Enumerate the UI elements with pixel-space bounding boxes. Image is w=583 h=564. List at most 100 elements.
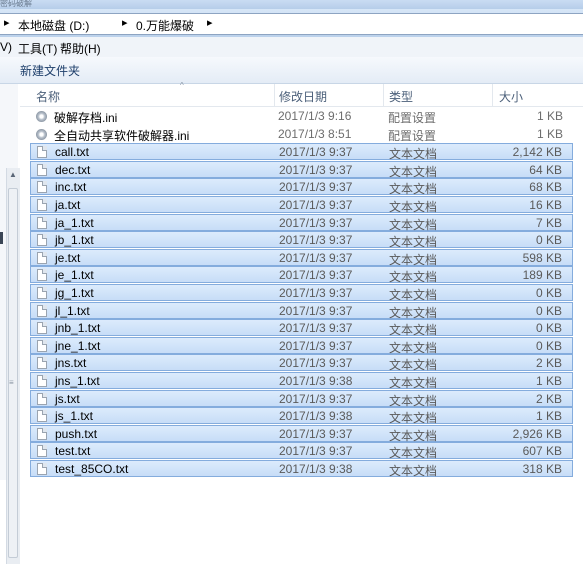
file-size: 0 KB — [535, 321, 562, 336]
file-row[interactable]: js_1.txt 2017/1/3 9:38 文本文档 1 KB — [30, 407, 573, 425]
column-header-size[interactable]: 大小 — [499, 88, 523, 105]
file-type: 文本文档 — [389, 393, 438, 408]
file-type: 文本文档 — [389, 200, 438, 214]
scrollbar-grip-icon: ≡ — [9, 378, 14, 387]
file-type: 文本文档 — [389, 323, 438, 338]
column-header-type[interactable]: 类型 — [389, 88, 413, 105]
sort-caret-icon: ^ — [180, 81, 184, 90]
file-name: test_85CO.txt — [55, 462, 129, 476]
menu-item-view[interactable]: V) — [0, 40, 12, 54]
file-size: 1 KB — [536, 126, 563, 141]
file-type: 文本文档 — [389, 464, 438, 478]
scroll-up-arrow-icon[interactable]: ▲ — [9, 170, 17, 179]
text-file-icon — [37, 234, 47, 247]
file-type: 文本文档 — [389, 182, 438, 197]
menu-bar: V) 工具(T) 帮助(H) — [0, 37, 583, 58]
breadcrumb-chevron-icon[interactable]: ▸ — [4, 16, 10, 29]
file-type: 文本文档 — [389, 288, 438, 302]
file-size: 16 KB — [529, 198, 562, 212]
column-divider[interactable] — [274, 84, 275, 106]
file-size: 0 KB — [535, 303, 562, 318]
file-name: jns.txt — [55, 356, 87, 371]
file-row[interactable]: 全自动共享软件破解器.ini 2017/1/3 8:51 配置设置 1 KB — [30, 126, 573, 143]
file-row[interactable]: jnb_1.txt 2017/1/3 9:37 文本文档 0 KB — [30, 319, 573, 338]
file-modified-date: 2017/1/3 9:37 — [279, 321, 353, 336]
file-type: 文本文档 — [389, 164, 438, 179]
file-modified-date: 2017/1/3 9:16 — [278, 109, 352, 123]
text-file-icon — [37, 304, 47, 317]
file-row[interactable]: jns_1.txt 2017/1/3 9:38 文本文档 1 KB — [30, 372, 573, 390]
file-row[interactable]: 破解存档.ini 2017/1/3 9:16 配置设置 1 KB — [30, 108, 573, 125]
nav-pane-scrollbar[interactable]: ▲ ≡ — [6, 168, 20, 564]
column-divider[interactable] — [492, 84, 493, 106]
file-size: 1 KB — [536, 109, 563, 123]
file-type: 文本文档 — [389, 340, 438, 355]
column-header-name[interactable]: 名称 — [36, 88, 60, 105]
breadcrumb[interactable]: ▸ 本地磁盘 (D:) ▸ 0.万能爆破 ▸ — [0, 13, 583, 35]
file-type: 配置设置 — [388, 128, 437, 143]
file-row[interactable]: test_85CO.txt 2017/1/3 9:38 文本文档 318 KB — [30, 460, 573, 478]
scrollbar-thumb[interactable] — [8, 188, 18, 558]
file-size: 68 KB — [529, 180, 562, 195]
file-row[interactable]: jl_1.txt 2017/1/3 9:37 文本文档 0 KB — [30, 301, 573, 320]
file-row[interactable]: js.txt 2017/1/3 9:37 文本文档 2 KB — [30, 389, 573, 408]
text-file-icon — [37, 339, 47, 352]
command-toolbar: 新建文件夹 — [0, 57, 583, 84]
file-modified-date: 2017/1/3 9:38 — [279, 462, 353, 476]
file-row[interactable]: test.txt 2017/1/3 9:37 文本文档 607 KB — [30, 442, 573, 460]
text-file-icon — [37, 146, 47, 159]
menu-item-tools[interactable]: 工具(T) — [18, 40, 57, 57]
file-modified-date: 2017/1/3 9:37 — [279, 162, 353, 177]
file-row[interactable]: jb_1.txt 2017/1/3 9:37 文本文档 0 KB — [30, 231, 573, 249]
file-row[interactable]: inc.txt 2017/1/3 9:37 文本文档 68 KB — [30, 178, 573, 197]
text-file-icon — [37, 287, 47, 299]
file-row[interactable]: je_1.txt 2017/1/3 9:37 文本文档 189 KB — [30, 266, 573, 284]
file-size: 7 KB — [535, 215, 562, 230]
file-size: 318 KB — [522, 462, 562, 476]
file-type: 文本文档 — [389, 217, 438, 232]
file-name: je_1.txt — [55, 268, 94, 283]
file-size: 2 KB — [535, 391, 562, 406]
file-name: je.txt — [55, 250, 81, 265]
file-size: 598 KB — [522, 250, 562, 265]
file-name: 破解存档.ini — [54, 111, 118, 125]
file-type: 配置设置 — [388, 111, 437, 125]
file-size: 2,142 KB — [512, 145, 562, 160]
new-folder-button[interactable]: 新建文件夹 — [20, 62, 80, 79]
file-row[interactable]: ja_1.txt 2017/1/3 9:37 文本文档 7 KB — [30, 213, 573, 232]
file-name: jns_1.txt — [55, 374, 100, 388]
file-name: jl_1.txt — [55, 303, 90, 318]
file-row[interactable]: je.txt 2017/1/3 9:37 文本文档 598 KB — [30, 248, 573, 267]
file-type: 文本文档 — [389, 376, 438, 390]
text-file-icon — [37, 357, 47, 370]
file-size: 1 KB — [535, 409, 562, 424]
breadcrumb-item-folder[interactable]: 0.万能爆破 — [136, 17, 194, 34]
file-type: 文本文档 — [389, 305, 438, 320]
file-row[interactable]: jg_1.txt 2017/1/3 9:37 文本文档 0 KB — [30, 284, 573, 302]
file-row[interactable]: dec.txt 2017/1/3 9:37 文本文档 64 KB — [30, 160, 573, 179]
column-divider[interactable] — [383, 84, 384, 106]
column-header-date[interactable]: 修改日期 — [279, 88, 327, 105]
breadcrumb-chevron-icon[interactable]: ▸ — [207, 16, 213, 29]
file-modified-date: 2017/1/3 9:37 — [279, 198, 353, 212]
file-row[interactable]: push.txt 2017/1/3 9:37 文本文档 2,926 KB — [30, 424, 573, 443]
file-modified-date: 2017/1/3 9:37 — [279, 250, 353, 265]
file-row[interactable]: jns.txt 2017/1/3 9:37 文本文档 2 KB — [30, 354, 573, 372]
file-modified-date: 2017/1/3 9:38 — [279, 374, 353, 388]
file-name: jnb_1.txt — [55, 321, 101, 336]
file-type: 文本文档 — [389, 252, 438, 267]
nav-pane-edge-marker — [0, 232, 3, 244]
file-row[interactable]: ja.txt 2017/1/3 9:37 文本文档 16 KB — [30, 196, 573, 214]
breadcrumb-item-drive[interactable]: 本地磁盘 (D:) — [18, 17, 89, 34]
file-row[interactable]: call.txt 2017/1/3 9:37 文本文档 2,142 KB — [30, 143, 573, 161]
navigation-pane: ▲ ≡ — [0, 84, 20, 564]
file-size: 0 KB — [535, 286, 562, 300]
file-name: ja_1.txt — [55, 215, 94, 230]
file-row[interactable]: jne_1.txt 2017/1/3 9:37 文本文档 0 KB — [30, 336, 573, 355]
breadcrumb-chevron-icon[interactable]: ▸ — [122, 16, 128, 29]
file-list-header: ^ 名称 修改日期 类型 大小 — [20, 81, 583, 107]
text-file-icon — [37, 269, 47, 282]
window-titlebar: 密码破解 — [0, 0, 583, 9]
file-name: push.txt — [55, 426, 98, 441]
menu-item-help[interactable]: 帮助(H) — [60, 40, 101, 57]
